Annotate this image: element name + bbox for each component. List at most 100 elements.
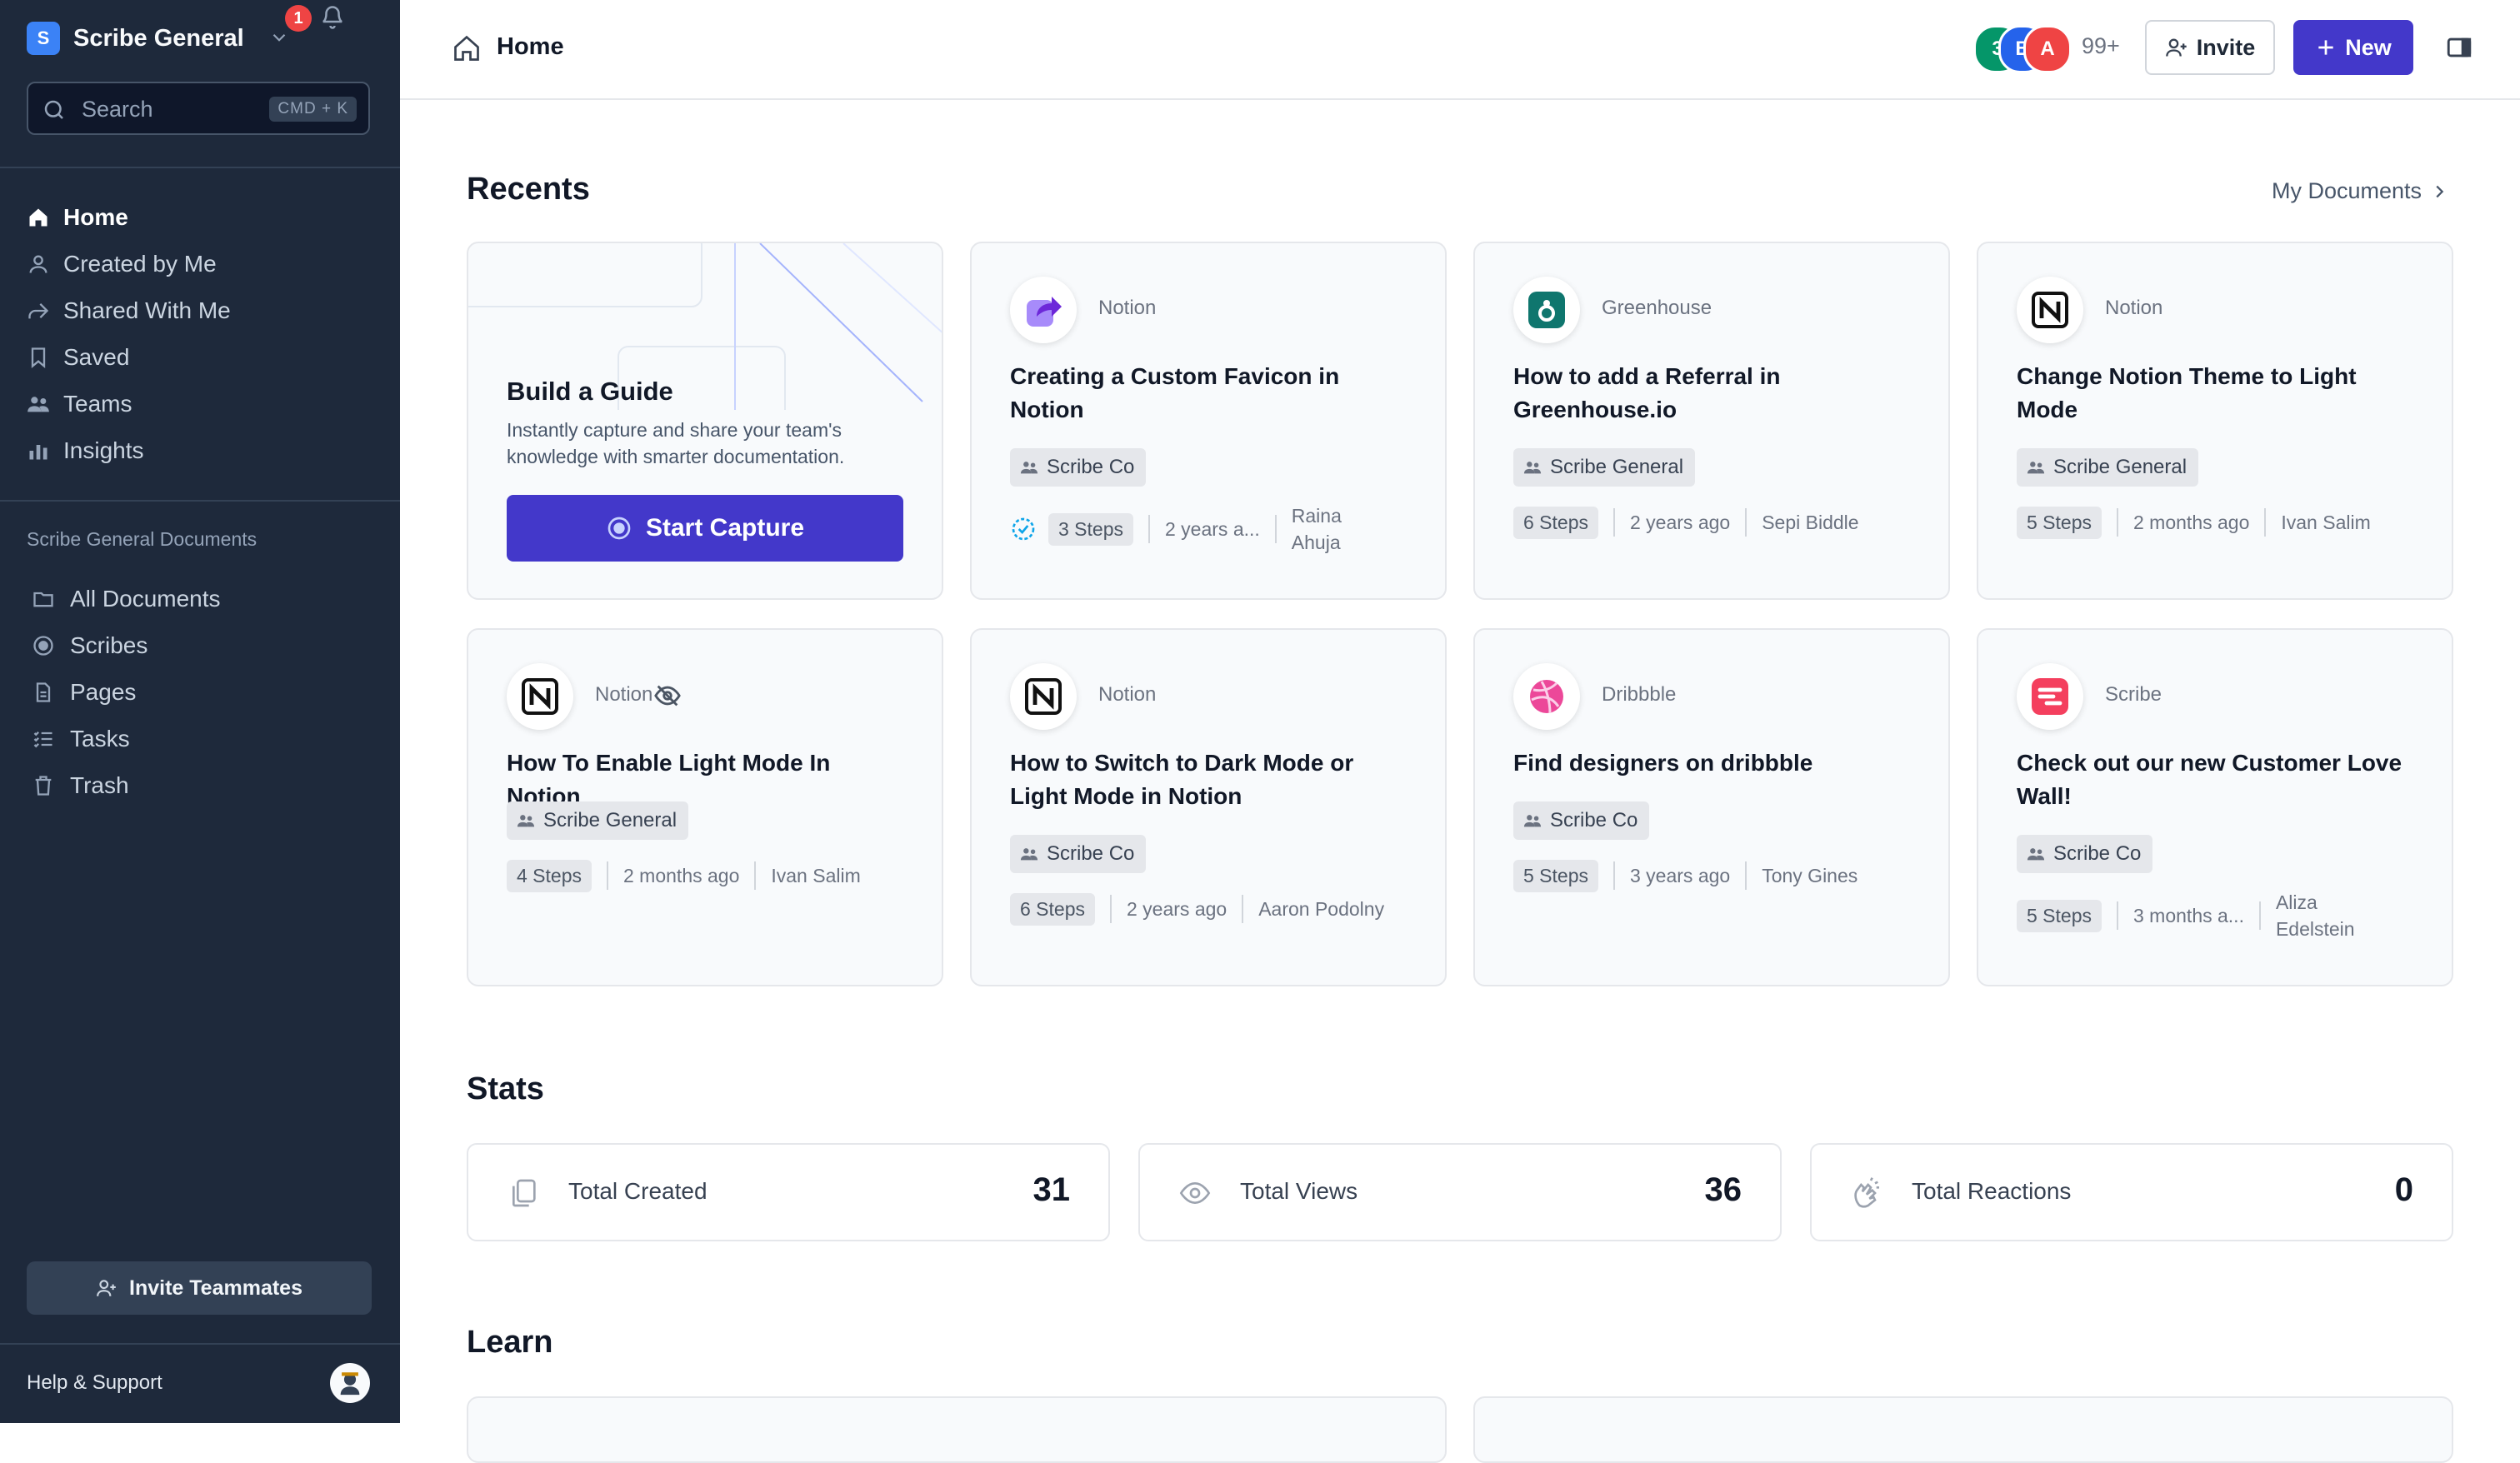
guide-description: Instantly capture and share your team's …	[507, 419, 845, 467]
card-meta: 5 Steps 3 years ago Tony Gines	[1513, 855, 1858, 896]
source-name: Scribe	[2105, 683, 2162, 706]
learn-card[interactable]	[1473, 1396, 2453, 1463]
my-documents-label: My Documents	[2272, 178, 2422, 203]
sidebar-item-label: Tasks	[70, 726, 130, 751]
my-documents-link[interactable]: My Documents	[2272, 178, 2448, 204]
greenhouse-icon	[1528, 292, 1565, 328]
team-name: Scribe General	[2053, 456, 2188, 478]
source-logo	[1010, 663, 1077, 730]
steps-count: 3 Steps	[1048, 512, 1133, 546]
source-name: Notion	[1098, 683, 1157, 706]
meta-divider	[1745, 861, 1748, 890]
workspace-logo: S	[27, 22, 60, 55]
document-card[interactable]: Greenhouse How to add a Referral in Gree…	[1473, 242, 1950, 600]
sidebar-item-label: Insights	[63, 437, 144, 463]
sidebar-item-insights[interactable]: Insights	[0, 427, 400, 473]
sidebar-item-label: Saved	[63, 344, 130, 370]
user-plus-icon	[97, 1280, 116, 1296]
steps-count: 5 Steps	[2017, 506, 2102, 539]
sidebar-item-scribes[interactable]: Scribes	[0, 622, 400, 668]
help-support-link[interactable]: Help & Support	[27, 1371, 162, 1395]
invite-button[interactable]: Invite	[2145, 20, 2275, 75]
sidebar-item-teams[interactable]: Teams	[0, 380, 400, 427]
new-button[interactable]: New	[2293, 20, 2413, 75]
updated-time: 2 years ago	[1127, 897, 1228, 920]
sidebar-item-tasks[interactable]: Tasks	[0, 715, 400, 761]
sidebar-item-home[interactable]: Home	[0, 193, 400, 240]
author-name: Ivan Salim	[771, 864, 861, 886]
document-card[interactable]: Notion How to Switch to Dark Mode or Lig…	[970, 628, 1447, 986]
meta-divider	[2264, 508, 2267, 537]
sidebar-item-saved[interactable]: Saved	[0, 333, 400, 380]
invite-teammates-button[interactable]: Invite Teammates	[27, 1261, 372, 1315]
meta-divider	[1274, 515, 1277, 543]
sidebar-item-all-documents[interactable]: All Documents	[0, 575, 400, 622]
users-icon	[2027, 848, 2045, 861]
sidebar-item-label: Teams	[63, 391, 132, 417]
workspace-name: Scribe General	[73, 25, 244, 52]
search-box[interactable]: CMD + K	[27, 82, 370, 135]
user-avatar[interactable]	[330, 1363, 370, 1403]
start-capture-button[interactable]: Start Capture	[507, 495, 903, 562]
notification-badge[interactable]: 1	[285, 5, 312, 32]
source-name: Notion	[1098, 297, 1157, 319]
document-card[interactable]: Notion Creating a Custom Favicon in Noti…	[970, 242, 1447, 600]
search-input[interactable]	[80, 92, 283, 127]
sidebar-item-label: Trash	[70, 772, 129, 798]
meta-divider	[607, 861, 608, 890]
collaborator-avatars[interactable]: 3 B A	[1973, 25, 2073, 73]
card-meta: 5 Steps 3 months a... Aliza Edelstein	[2017, 891, 2368, 940]
users-icon	[1020, 462, 1038, 474]
panel-toggle-icon[interactable]	[2445, 33, 2473, 62]
meta-divider	[1148, 515, 1150, 543]
bell-icon[interactable]	[320, 5, 345, 30]
document-card[interactable]: Notion Change Notion Theme to Light Mode…	[1977, 242, 2453, 600]
steps-count: 6 Steps	[1010, 892, 1095, 926]
sidebar-item-shared-with-me[interactable]: Shared With Me	[0, 287, 400, 333]
sidebar-item-created-by-me[interactable]: Created by Me	[0, 240, 400, 287]
learn-card[interactable]	[467, 1396, 1447, 1463]
document-card[interactable]: Dribbble Find designers on dribbble Scri…	[1473, 628, 1950, 986]
card-meta: 3 Steps 2 years a... Raina Ahuja	[1010, 505, 1367, 553]
learn-title: Learn	[467, 1325, 553, 1360]
team-tag: Scribe General	[1513, 448, 1696, 487]
updated-time: 2 years ago	[1630, 511, 1731, 533]
dribbble-icon	[1530, 680, 1563, 714]
top-bar: Home 3 B A 99+ Invite New	[400, 0, 2520, 100]
team-name: Scribe Co	[2053, 842, 2142, 865]
sidebar-item-pages[interactable]: Pages	[0, 668, 400, 715]
team-name: Scribe General	[543, 809, 678, 831]
build-guide-card: Build a Guide Instantly capture and shar…	[467, 242, 943, 600]
stat-total-reactions: Total Reactions 0	[1810, 1143, 2453, 1241]
stat-value: 36	[1704, 1171, 1742, 1208]
app-root: S Scribe General 1 CMD + K Home Created …	[0, 0, 2520, 1463]
source-logo	[1513, 277, 1580, 343]
user-avatar-icon	[340, 1372, 360, 1396]
meta-divider	[2117, 508, 2118, 537]
scribe-icon	[2032, 678, 2068, 715]
tasks-icon	[33, 732, 52, 748]
more-collaborators-count[interactable]: 99+	[2082, 33, 2120, 59]
card-title: How to Switch to Dark Mode or Light Mode…	[1010, 750, 1354, 809]
stat-total-views: Total Views 36	[1138, 1143, 1782, 1241]
card-title: How to add a Referral in Greenhouse.io	[1513, 363, 1781, 422]
meta-divider	[2117, 901, 2118, 930]
avatar: A	[2023, 25, 2072, 73]
updated-time: 2 months ago	[2133, 511, 2250, 533]
invite-teammates-label: Invite Teammates	[129, 1276, 302, 1300]
team-name: Scribe Co	[1047, 842, 1135, 865]
documents-nav: All Documents Scribes Pages Tasks Trash	[0, 575, 400, 808]
eye-icon	[1179, 1181, 1211, 1205]
card-meta: 6 Steps 2 years ago Aaron Podolny	[1010, 888, 1384, 930]
main-nav: Home Created by Me Shared With Me Saved …	[0, 193, 400, 473]
notion-icon	[522, 678, 558, 715]
chart-icon	[29, 445, 48, 460]
sidebar-item-trash[interactable]: Trash	[0, 761, 400, 808]
document-card[interactable]: Notion How To Enable Light Mode In Notio…	[467, 628, 943, 986]
home-icon	[29, 208, 48, 227]
document-card[interactable]: Scribe Check out our new Customer Love W…	[1977, 628, 2453, 986]
source-name: Dribbble	[1602, 683, 1677, 706]
card-meta: 4 Steps 2 months ago Ivan Salim	[507, 855, 861, 896]
meta-divider	[1110, 895, 1112, 923]
stat-label: Total Views	[1240, 1178, 1358, 1204]
